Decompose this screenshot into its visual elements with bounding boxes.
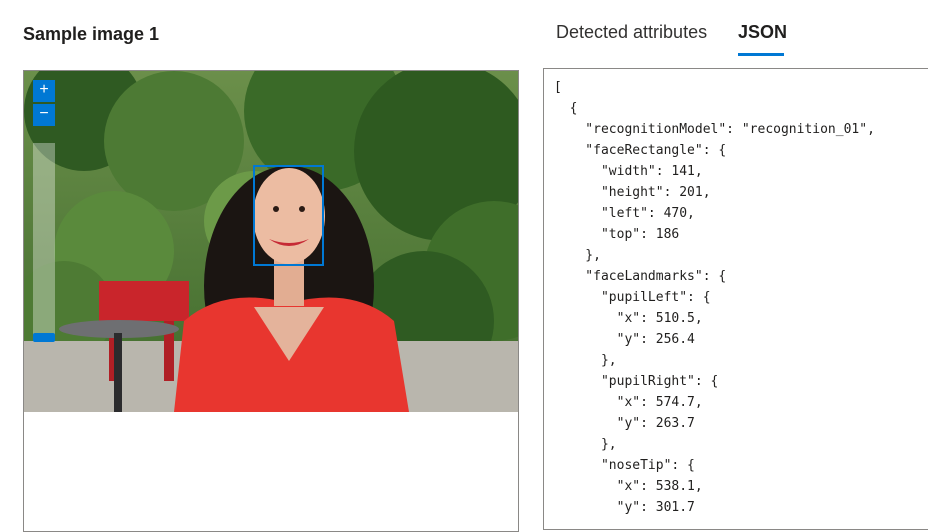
zoom-in-button[interactable]: + xyxy=(33,80,55,102)
json-line: "noseTip": { xyxy=(554,458,695,473)
json-line: "y": 263.7 xyxy=(554,416,695,431)
json-line: "x": 574.7, xyxy=(554,395,703,410)
json-line: "pupilLeft": { xyxy=(554,290,711,305)
image-viewer: + − xyxy=(23,70,519,532)
json-line: "recognitionModel": "recognition_01", xyxy=(554,122,875,137)
json-line: "left": 470, xyxy=(554,206,695,221)
json-line: }, xyxy=(554,353,617,368)
json-line: [ xyxy=(554,80,562,95)
tab-json[interactable]: JSON xyxy=(738,22,787,43)
tab-detected-attributes[interactable]: Detected attributes xyxy=(556,22,707,43)
sample-photo xyxy=(24,71,518,412)
json-line: "faceLandmarks": { xyxy=(554,269,727,284)
json-line: { xyxy=(554,101,578,116)
json-line: }, xyxy=(554,437,617,452)
page-title: Sample image 1 xyxy=(23,24,160,44)
json-line: }, xyxy=(554,248,601,263)
active-tab-indicator xyxy=(738,53,784,56)
face-rectangle[interactable] xyxy=(253,165,324,266)
json-line: "faceRectangle": { xyxy=(554,143,727,158)
zoom-out-button[interactable]: − xyxy=(33,104,55,126)
json-line: "width": 141, xyxy=(554,164,703,179)
json-line: "y": 301.7 xyxy=(554,500,695,515)
json-line: "x": 538.1, xyxy=(554,479,703,494)
zoom-slider-thumb[interactable] xyxy=(33,333,55,342)
json-line: "y": 256.4 xyxy=(554,332,695,347)
json-line: "x": 510.5, xyxy=(554,311,703,326)
json-output-panel[interactable]: [ { "recognitionModel": "recognition_01"… xyxy=(543,68,928,530)
zoom-slider-track[interactable] xyxy=(33,143,55,339)
json-line: "height": 201, xyxy=(554,185,711,200)
json-line: "pupilRight": { xyxy=(554,374,719,389)
json-line: "top": 186 xyxy=(554,227,680,242)
